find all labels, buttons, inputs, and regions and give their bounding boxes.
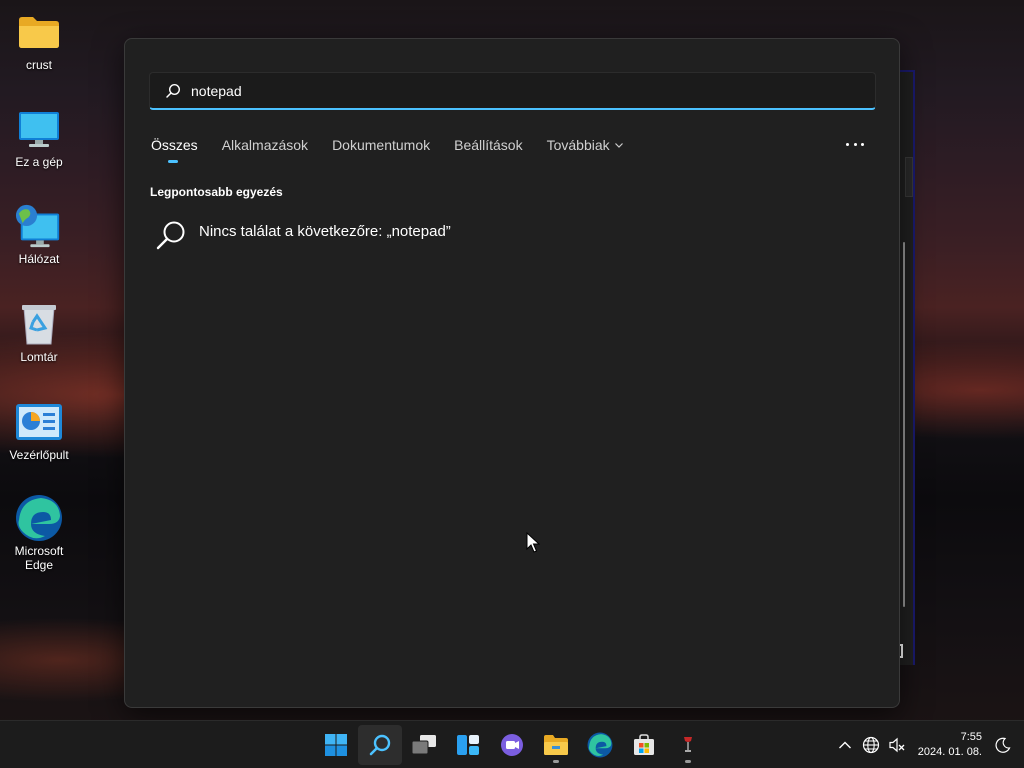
edge-icon	[15, 494, 63, 542]
search-panel: Összes Alkalmazások Dokumentumok Beállít…	[124, 38, 900, 708]
dot	[861, 142, 864, 146]
taskbar-apps	[314, 725, 710, 765]
store-icon	[634, 734, 654, 755]
filter-tabs: Összes Alkalmazások Dokumentumok Beállít…	[151, 137, 648, 163]
edge-button[interactable]	[578, 725, 622, 765]
search-box[interactable]	[149, 72, 876, 110]
clock-time: 7:55	[960, 731, 982, 743]
chevron-up-icon	[838, 741, 851, 749]
chat-button[interactable]	[490, 725, 534, 765]
volume-button[interactable]	[884, 732, 910, 758]
clock[interactable]: 7:55 2024. 01. 08.	[918, 730, 982, 760]
file-explorer-icon	[544, 735, 568, 755]
search-icon	[166, 83, 181, 98]
dot	[853, 142, 857, 146]
app-icon	[684, 737, 692, 752]
tab-settings[interactable]: Beállítások	[454, 137, 522, 153]
desktop-icon-label: Vezérlőpult	[9, 448, 69, 462]
desktop-icon-label: Ez a gép	[15, 155, 63, 169]
start-button[interactable]	[314, 725, 358, 765]
more-options-button[interactable]	[846, 137, 864, 151]
network-status-button[interactable]	[858, 732, 884, 758]
app-button[interactable]	[666, 725, 710, 765]
desktop-icon-label: Lomtár	[20, 350, 58, 364]
desktop-icon-label: Microsoft Edge	[14, 544, 64, 572]
tab-all[interactable]: Összes	[151, 137, 198, 163]
moon-icon	[995, 737, 1011, 753]
globe-icon	[862, 736, 879, 754]
search-input[interactable]	[191, 82, 875, 99]
search-icon	[156, 221, 185, 250]
chat-icon	[501, 734, 523, 756]
desktop-icon-label: Hálózat	[18, 252, 60, 266]
desktop-icon-control-panel[interactable]: Vezérlőpult	[4, 398, 74, 462]
tab-label: Összes	[151, 137, 198, 153]
search-button[interactable]	[358, 725, 402, 765]
background-window-tab	[905, 157, 913, 197]
speaker-muted-icon	[889, 737, 905, 753]
network-icon	[15, 202, 63, 250]
widgets-button[interactable]	[446, 725, 490, 765]
dot	[846, 142, 849, 146]
taskbar: 7:55 2024. 01. 08.	[0, 720, 1024, 768]
tab-documents[interactable]: Dokumentumok	[332, 137, 430, 153]
desktop-icon-edge[interactable]: Microsoft Edge	[4, 494, 74, 572]
focus-assist-button[interactable]	[990, 732, 1016, 758]
running-indicator	[553, 760, 559, 763]
section-title: Legpontosabb egyezés	[150, 185, 283, 199]
store-button[interactable]	[622, 725, 666, 765]
widgets-icon	[457, 735, 479, 755]
task-view-button[interactable]	[402, 725, 446, 765]
desktop-icon-label: crust	[25, 58, 52, 72]
tab-label: Alkalmazások	[221, 137, 309, 153]
desktop-icon-crust[interactable]: crust	[4, 8, 74, 72]
search-icon	[369, 734, 391, 756]
chevron-down-icon	[614, 143, 623, 148]
show-hidden-icons-button[interactable]	[832, 732, 858, 758]
computer-icon	[15, 105, 63, 153]
tab-label: Továbbiak	[546, 137, 610, 153]
clock-date: 2024. 01. 08.	[917, 746, 982, 758]
task-view-icon	[411, 735, 436, 755]
file-explorer-button[interactable]	[534, 725, 578, 765]
tab-more[interactable]: Továbbiak	[547, 137, 624, 153]
desktop-icon-network[interactable]: Hálózat	[4, 202, 74, 266]
tab-apps[interactable]: Alkalmazások	[222, 137, 308, 153]
desktop-icon-this-pc[interactable]: Ez a gép	[4, 105, 74, 169]
tab-label: Dokumentumok	[332, 137, 431, 153]
no-result-text: Nincs találat a következőre: „notepad”	[199, 222, 451, 240]
mouse-cursor-icon	[526, 532, 540, 553]
control-panel-icon	[15, 398, 63, 446]
scrollbar	[903, 242, 905, 607]
desktop-icon-recycle-bin[interactable]: Lomtár	[4, 300, 74, 364]
no-result-item: Nincs találat a következőre: „notepad”	[155, 219, 451, 251]
recycle-bin-icon	[15, 300, 63, 348]
folder-icon	[15, 8, 63, 56]
tab-label: Beállítások	[454, 137, 523, 153]
system-tray: 7:55 2024. 01. 08.	[832, 721, 1024, 768]
edge-icon	[587, 732, 613, 758]
running-indicator	[685, 760, 691, 763]
start-icon	[325, 734, 347, 756]
